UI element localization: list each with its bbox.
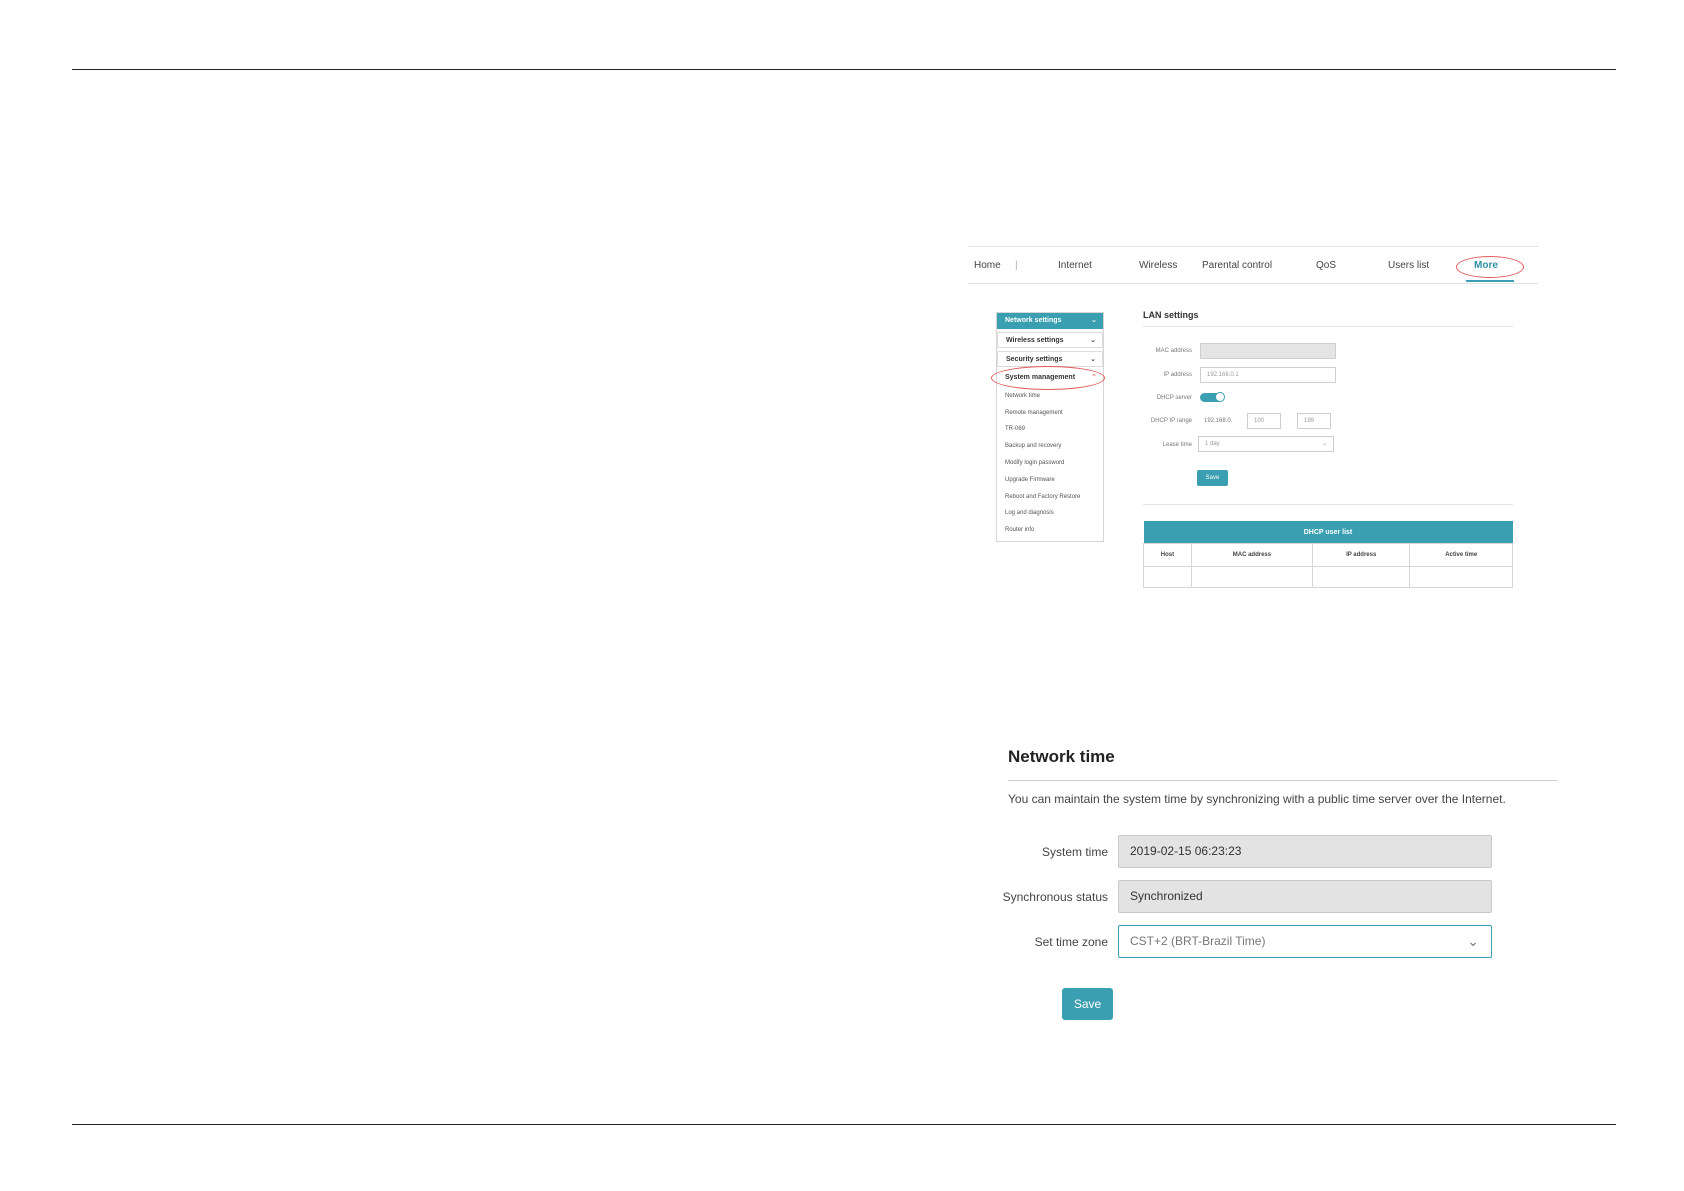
- nav-qos[interactable]: QoS: [1316, 260, 1336, 271]
- network-time-title: Network time: [1008, 747, 1115, 766]
- sync-status-field: Synchronized: [1118, 880, 1492, 913]
- dhcp-table-caption: DHCP user list: [1143, 521, 1513, 544]
- column-header-host: Host: [1143, 543, 1192, 567]
- menu-system-management[interactable]: System management ⌃: [991, 366, 1105, 390]
- top-navigation: Home | Internet Wireless Parental contro…: [968, 246, 1538, 284]
- submenu-modify-password[interactable]: Modify login password: [1005, 460, 1064, 466]
- network-time-description: You can maintain the system time by sync…: [1008, 792, 1506, 806]
- menu-network-settings[interactable]: Network settings ⌄: [997, 313, 1103, 329]
- lan-save-button[interactable]: Save: [1197, 470, 1228, 486]
- menu-wireless-settings-label: Wireless settings: [1006, 337, 1064, 344]
- dhcp-range-end-input[interactable]: 199: [1297, 413, 1331, 429]
- lan-settings-title: LAN settings: [1143, 310, 1199, 320]
- column-header-mac: MAC address: [1190, 543, 1313, 567]
- dhcp-range-prefix: 192.168.0.: [1204, 418, 1233, 424]
- time-zone-value: CST+2 (BRT-Brazil Time): [1130, 934, 1266, 948]
- system-management-highlight-circle: [991, 366, 1105, 390]
- dhcp-user-table: DHCP user list Host MAC address IP addre…: [1143, 521, 1513, 588]
- menu-network-settings-label: Network settings: [1005, 317, 1062, 324]
- submenu-upgrade-firmware[interactable]: Upgrade Firmware: [1005, 477, 1055, 483]
- nav-separator: |: [1015, 260, 1018, 271]
- chevron-down-icon: ⌄: [1091, 317, 1097, 324]
- menu-wireless-settings[interactable]: Wireless settings ⌄: [997, 332, 1103, 348]
- dhcp-server-label: DHCP server: [1156, 395, 1192, 401]
- table-row: [1143, 566, 1513, 588]
- chevron-down-icon: ⌄: [1090, 356, 1096, 363]
- submenu-network-time[interactable]: Network time: [1005, 393, 1040, 399]
- sync-status-label: Synchronous status: [1002, 890, 1108, 904]
- nav-parental-control[interactable]: Parental control: [1202, 260, 1272, 271]
- nav-wireless[interactable]: Wireless: [1139, 260, 1177, 271]
- network-time-divider: [1008, 780, 1558, 781]
- time-zone-label: Set time zone: [1034, 935, 1108, 949]
- menu-security-settings-label: Security settings: [1006, 356, 1063, 363]
- more-highlight-circle: [1456, 256, 1524, 278]
- chevron-down-icon: ⌄: [1321, 441, 1327, 447]
- network-time-save-button[interactable]: Save: [1062, 988, 1113, 1020]
- column-header-active-time: Active time: [1409, 543, 1513, 567]
- page-top-rule: [72, 69, 1616, 70]
- submenu-log-diagnosis[interactable]: Log and diagnosis: [1005, 510, 1054, 516]
- menu-security-settings[interactable]: Security settings ⌄: [997, 351, 1103, 367]
- submenu-tr069[interactable]: TR-069: [1005, 426, 1025, 432]
- nav-home[interactable]: Home: [974, 260, 1001, 271]
- ip-address-label: IP address: [1163, 372, 1192, 378]
- lan-divider: [1143, 326, 1513, 327]
- submenu-backup-recovery[interactable]: Backup and recovery: [1005, 443, 1061, 449]
- column-header-ip: IP address: [1311, 543, 1411, 567]
- lan-settings-screenshot: Home | Internet Wireless Parental contro…: [968, 246, 1540, 588]
- lease-time-label: Lease time: [1162, 442, 1192, 448]
- chevron-down-icon: ⌄: [1090, 337, 1096, 344]
- page-bottom-rule: [72, 1124, 1616, 1125]
- chevron-down-icon: ⌄: [1467, 933, 1479, 949]
- dhcp-range-label: DHCP IP range: [1150, 418, 1192, 424]
- side-menu: Network settings ⌄ Wireless settings ⌄ S…: [991, 312, 1105, 542]
- system-time-field: 2019-02-15 06:23:23: [1118, 835, 1492, 868]
- dhcp-server-toggle[interactable]: [1200, 392, 1225, 402]
- nav-users-list[interactable]: Users list: [1388, 260, 1429, 271]
- mac-address-label: MAC address: [1155, 348, 1192, 354]
- lease-time-value: 1 day: [1205, 441, 1220, 447]
- submenu-router-info[interactable]: Router info: [1005, 527, 1034, 533]
- lan-divider-bottom: [1143, 504, 1513, 505]
- submenu-remote-management[interactable]: Remote management: [1005, 410, 1063, 416]
- more-active-underline: [1466, 280, 1514, 282]
- time-zone-select[interactable]: CST+2 (BRT-Brazil Time) ⌄: [1118, 925, 1492, 958]
- submenu-reboot-restore[interactable]: Reboot and Factory Restore: [1005, 494, 1080, 500]
- nav-internet[interactable]: Internet: [1058, 260, 1092, 271]
- mac-address-field: [1200, 343, 1336, 359]
- ip-address-input[interactable]: 192.168.0.1: [1200, 367, 1336, 383]
- lease-time-select[interactable]: 1 day ⌄: [1198, 436, 1334, 452]
- dhcp-range-start-input[interactable]: 100: [1247, 413, 1281, 429]
- system-time-label: System time: [1041, 845, 1108, 859]
